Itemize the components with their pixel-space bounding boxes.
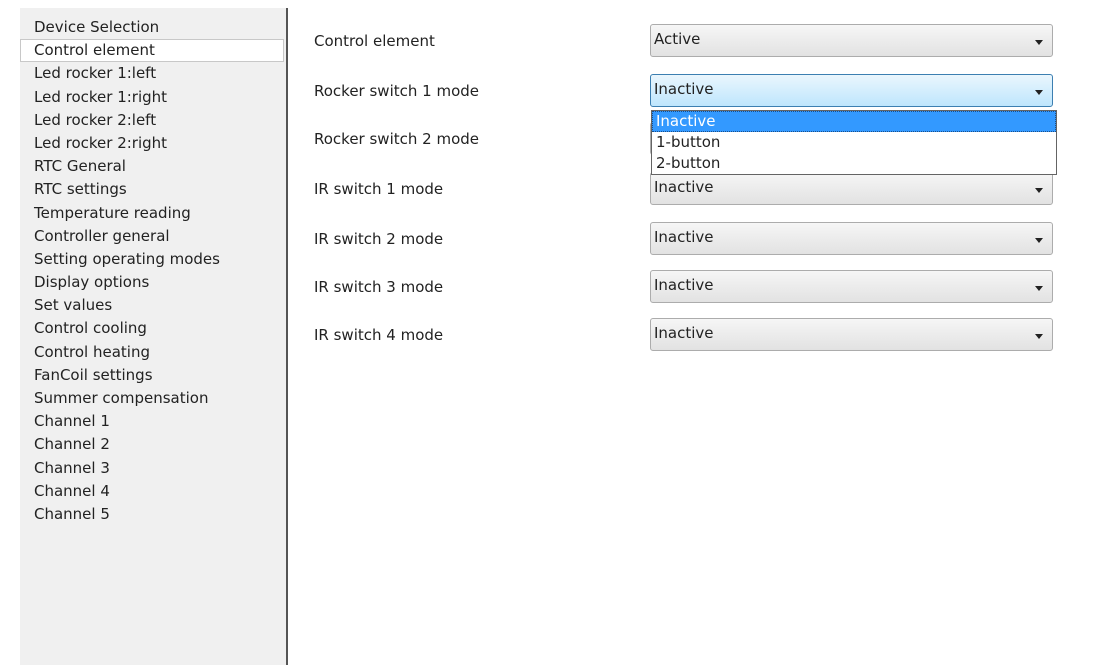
sidebar-item-led-rocker-1-left[interactable]: Led rocker 1:left — [20, 62, 286, 85]
param-label-ir-switch-2-mode: IR switch 2 mode — [314, 230, 444, 248]
param-row-ir-switch-4-mode: IR switch 4 mode Inactive — [290, 318, 1110, 352]
ir-switch-3-mode-select[interactable]: Inactive — [650, 270, 1053, 303]
sidebar-item-control-heating[interactable]: Control heating — [20, 341, 286, 364]
navigation-sidebar: Device Selection Control element Led rocke… — [20, 8, 288, 665]
sidebar-item-control-element[interactable]: Control element — [20, 39, 284, 63]
ir-switch-2-mode-selected-value: Inactive — [654, 228, 714, 246]
param-label-ir-switch-4-mode: IR switch 4 mode — [314, 326, 444, 344]
param-row-ir-switch-1-mode: IR switch 1 mode Inactive — [290, 172, 1110, 206]
sidebar-item-led-rocker-1-right[interactable]: Led rocker 1:right — [20, 86, 286, 109]
sidebar-item-led-rocker-2-left[interactable]: Led rocker 2:left — [20, 109, 286, 132]
dropdown-option-2-button[interactable]: 2-button — [652, 153, 1056, 174]
dropdown-option-inactive[interactable]: Inactive — [652, 111, 1056, 132]
sidebar-item-summer-compensation[interactable]: Summer compensation — [20, 387, 286, 410]
sidebar-item-channel-1[interactable]: Channel 1 — [20, 410, 286, 433]
chevron-down-icon[interactable] — [1035, 40, 1043, 45]
sidebar-item-channel-3[interactable]: Channel 3 — [20, 457, 286, 480]
sidebar-item-led-rocker-2-right[interactable]: Led rocker 2:right — [20, 132, 286, 155]
param-label-ir-switch-3-mode: IR switch 3 mode — [314, 278, 444, 296]
ir-switch-2-mode-select[interactable]: Inactive — [650, 222, 1053, 255]
ir-switch-4-mode-selected-value: Inactive — [654, 324, 714, 342]
chevron-down-icon[interactable] — [1035, 334, 1043, 339]
sidebar-item-controller-general[interactable]: Controller general — [20, 225, 286, 248]
control-element-select[interactable]: Active — [650, 24, 1053, 57]
sidebar-item-channel-4[interactable]: Channel 4 — [20, 480, 286, 503]
param-row-control-element: Control element Active — [290, 24, 1110, 58]
parameter-panel: Control element Active Rocker switch 1 mod… — [290, 8, 1110, 665]
sidebar-item-temperature-reading[interactable]: Temperature reading — [20, 202, 286, 225]
sidebar-item-channel-5[interactable]: Channel 5 — [20, 503, 286, 526]
sidebar-item-set-values[interactable]: Set values — [20, 294, 286, 317]
ir-switch-4-mode-select[interactable]: Inactive — [650, 318, 1053, 351]
control-element-selected-value: Active — [654, 30, 701, 48]
navigation-list: Device Selection Control element Led rocke… — [20, 8, 286, 526]
chevron-down-icon[interactable] — [1035, 90, 1043, 95]
sidebar-item-display-options[interactable]: Display options — [20, 271, 286, 294]
chevron-down-icon[interactable] — [1035, 286, 1043, 291]
ir-switch-1-mode-select[interactable]: Inactive — [650, 172, 1053, 205]
param-row-ir-switch-3-mode: IR switch 3 mode Inactive — [290, 270, 1110, 304]
sidebar-item-control-cooling[interactable]: Control cooling — [20, 317, 286, 340]
dropdown-option-1-button[interactable]: 1-button — [652, 132, 1056, 153]
rocker-switch-1-mode-selected-value: Inactive — [654, 80, 714, 98]
sidebar-item-rtc-general[interactable]: RTC General — [20, 155, 286, 178]
sidebar-item-fancoil-settings[interactable]: FanCoil settings — [20, 364, 286, 387]
param-label-rocker-switch-2-mode: Rocker switch 2 mode — [314, 130, 479, 148]
sidebar-item-channel-2[interactable]: Channel 2 — [20, 433, 286, 456]
rocker-switch-1-mode-dropdown-list: Inactive 1-button 2-button — [651, 110, 1057, 175]
sidebar-item-setting-operating-modes[interactable]: Setting operating modes — [20, 248, 286, 271]
rocker-switch-1-mode-select[interactable]: Inactive — [650, 74, 1053, 107]
ir-switch-3-mode-selected-value: Inactive — [654, 276, 714, 294]
chevron-down-icon[interactable] — [1035, 188, 1043, 193]
ir-switch-1-mode-selected-value: Inactive — [654, 178, 714, 196]
sidebar-item-device-selection[interactable]: Device Selection — [20, 16, 286, 39]
chevron-down-icon[interactable] — [1035, 238, 1043, 243]
param-label-control-element: Control element — [314, 32, 435, 50]
param-label-ir-switch-1-mode: IR switch 1 mode — [314, 180, 444, 198]
param-label-rocker-switch-1-mode: Rocker switch 1 mode — [314, 82, 479, 100]
sidebar-item-rtc-settings[interactable]: RTC settings — [20, 178, 286, 201]
param-row-ir-switch-2-mode: IR switch 2 mode Inactive — [290, 222, 1110, 256]
param-row-rocker-switch-1-mode: Rocker switch 1 mode Inactive — [290, 74, 1110, 108]
